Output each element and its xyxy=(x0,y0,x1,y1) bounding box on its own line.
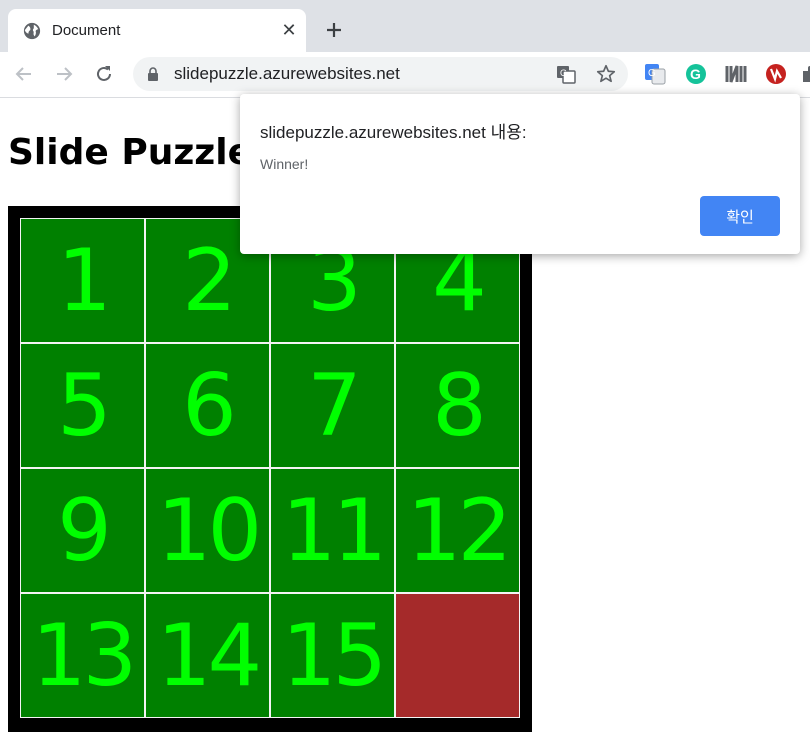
puzzle-tile[interactable]: 11 xyxy=(270,468,395,593)
lock-icon[interactable] xyxy=(147,67,159,81)
svg-text:G: G xyxy=(560,68,567,78)
url-text[interactable]: slidepuzzle.azurewebsites.net xyxy=(174,64,400,84)
puzzle-tile[interactable]: 7 xyxy=(270,343,395,468)
address-bar[interactable]: slidepuzzle.azurewebsites.net G xyxy=(133,57,628,91)
plus-icon[interactable] xyxy=(322,18,346,42)
empty-tile[interactable] xyxy=(395,593,520,718)
puzzle-tile[interactable]: 6 xyxy=(145,343,270,468)
translate-icon[interactable]: G xyxy=(556,64,576,84)
puzzle-extension-icon[interactable] xyxy=(800,63,810,85)
page-title: Slide Puzzle xyxy=(8,132,253,173)
star-icon[interactable] xyxy=(595,63,617,85)
puzzle-grid: 1 2 3 4 5 6 7 8 9 10 11 12 13 14 15 xyxy=(20,218,520,718)
puzzle-tile[interactable]: 14 xyxy=(145,593,270,718)
tab-title: Document xyxy=(52,22,121,39)
puzzle-tile[interactable]: 13 xyxy=(20,593,145,718)
red-extension-icon[interactable] xyxy=(765,63,787,85)
puzzle-tile[interactable]: 8 xyxy=(395,343,520,468)
puzzle-board: 1 2 3 4 5 6 7 8 9 10 11 12 13 14 15 xyxy=(8,206,532,732)
forward-arrow-icon[interactable] xyxy=(52,62,76,86)
ok-button[interactable]: 확인 xyxy=(700,196,780,236)
globe-icon xyxy=(23,22,41,40)
dialog-message: Winner! xyxy=(260,156,309,172)
close-icon[interactable]: ✕ xyxy=(279,20,299,40)
back-arrow-icon[interactable] xyxy=(12,62,36,86)
browser-toolbar: slidepuzzle.azurewebsites.net G G G xyxy=(0,52,810,98)
browser-tab[interactable]: Document ✕ xyxy=(8,9,306,52)
puzzle-tile[interactable]: 5 xyxy=(20,343,145,468)
puzzle-tile[interactable]: 12 xyxy=(395,468,520,593)
puzzle-tile[interactable]: 15 xyxy=(270,593,395,718)
tab-strip: Document ✕ xyxy=(0,0,810,52)
puzzle-tile[interactable]: 9 xyxy=(20,468,145,593)
svg-text:G: G xyxy=(690,66,701,82)
alert-dialog: slidepuzzle.azurewebsites.net 내용: Winner… xyxy=(240,94,800,254)
dialog-title: slidepuzzle.azurewebsites.net 내용: xyxy=(260,123,527,142)
google-translate-extension-icon[interactable]: G xyxy=(644,63,666,85)
reload-icon[interactable] xyxy=(92,62,116,86)
puzzle-tile[interactable]: 1 xyxy=(20,218,145,343)
notion-extension-icon[interactable] xyxy=(725,63,747,85)
grammarly-icon[interactable]: G xyxy=(685,63,707,85)
svg-text:G: G xyxy=(648,68,656,79)
puzzle-tile[interactable]: 10 xyxy=(145,468,270,593)
